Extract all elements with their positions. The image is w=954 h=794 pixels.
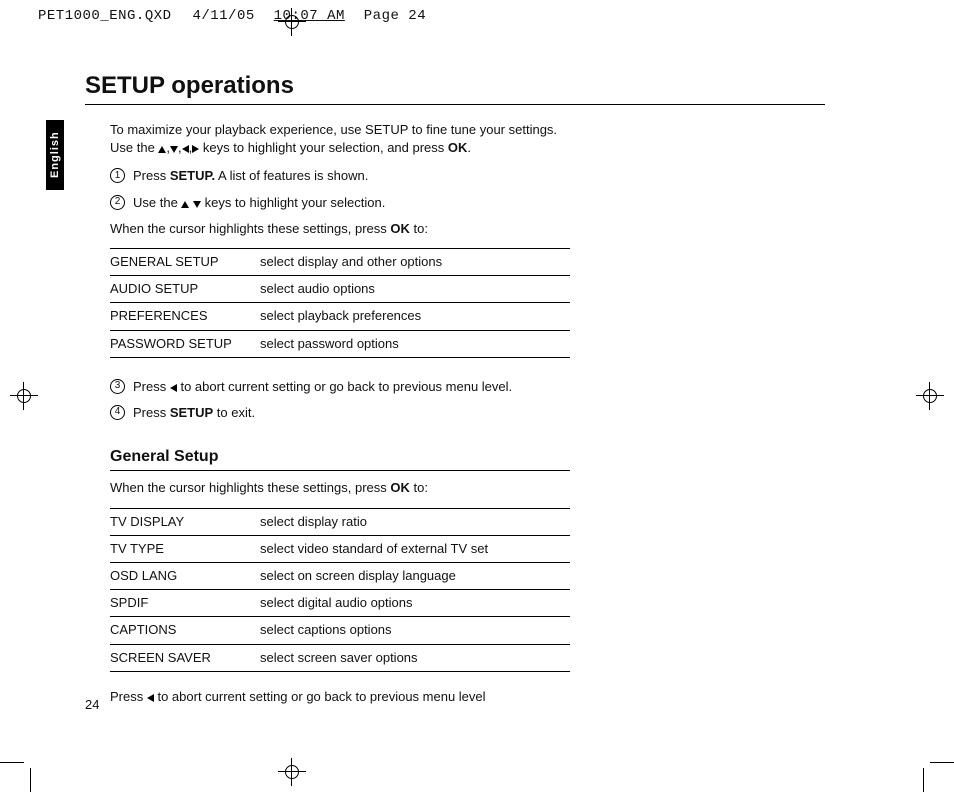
cursor-line-main: When the cursor highlights these setting…: [110, 220, 570, 238]
step-number-1: 1: [110, 168, 125, 183]
page-root: PET1000_ENG.QXD 4/11/05 10:07 AM Page 24…: [0, 0, 954, 794]
registration-mark-icon: [10, 382, 38, 410]
down-arrow-icon: [170, 146, 178, 153]
table-row: SCREEN SAVERselect screen saver options: [110, 644, 570, 671]
registration-mark-icon: [278, 8, 306, 36]
registration-mark-icon: [278, 758, 306, 786]
step-number-2: 2: [110, 195, 125, 210]
table-row: TV DISPLAYselect display ratio: [110, 508, 570, 535]
up-arrow-icon: [181, 201, 189, 208]
step-3: 3 Press to abort current setting or go b…: [110, 378, 570, 396]
registration-mark-icon: [916, 382, 944, 410]
intro-paragraph: To maximize your playback experience, us…: [110, 121, 570, 157]
down-arrow-icon: [193, 201, 201, 208]
slug-line: PET1000_ENG.QXD 4/11/05 10:07 AM Page 24: [38, 8, 426, 24]
page-number: 24: [85, 697, 99, 712]
step-number-4: 4: [110, 405, 125, 420]
slug-date: 4/11/05: [192, 8, 254, 24]
step-number-3: 3: [110, 379, 125, 394]
slug-file: PET1000_ENG.QXD: [38, 8, 172, 24]
page-title: SETUP operations: [85, 72, 825, 100]
general-footer-line: Press to abort current setting or go bac…: [110, 688, 570, 706]
up-arrow-icon: [158, 146, 166, 153]
table-main: GENERAL SETUPselect display and other op…: [110, 248, 570, 358]
title-rule: [85, 104, 825, 105]
body-text: To maximize your playback experience, us…: [110, 121, 570, 706]
left-arrow-icon: [147, 694, 154, 702]
section-title-general-setup: General Setup: [110, 446, 570, 468]
right-arrow-icon: [192, 145, 199, 153]
slug-page: Page 24: [364, 8, 426, 24]
left-arrow-icon: [170, 384, 177, 392]
table-row: SPDIFselect digital audio options: [110, 590, 570, 617]
table-general-setup: TV DISPLAYselect display ratio TV TYPEse…: [110, 508, 570, 672]
table-row: OSD LANGselect on screen display languag…: [110, 563, 570, 590]
section-rule: [110, 470, 570, 471]
table-row: PASSWORD SETUPselect password options: [110, 330, 570, 357]
table-row: TV TYPEselect video standard of external…: [110, 535, 570, 562]
table-row: AUDIO SETUPselect audio options: [110, 276, 570, 303]
step-2: 2 Use the keys to highlight your selecti…: [110, 194, 570, 212]
left-arrow-icon: [182, 145, 189, 153]
step-4: 4 Press SETUP to exit.: [110, 404, 570, 422]
table-row: PREFERENCESselect playback preferences: [110, 303, 570, 330]
language-tab: English: [46, 120, 64, 190]
table-row: CAPTIONSselect captions options: [110, 617, 570, 644]
content-column: SETUP operations To maximize your playba…: [85, 72, 825, 716]
table-row: GENERAL SETUPselect display and other op…: [110, 248, 570, 275]
cursor-line-general: When the cursor highlights these setting…: [110, 479, 570, 497]
step-1: 1 Press SETUP. A list of features is sho…: [110, 167, 570, 185]
